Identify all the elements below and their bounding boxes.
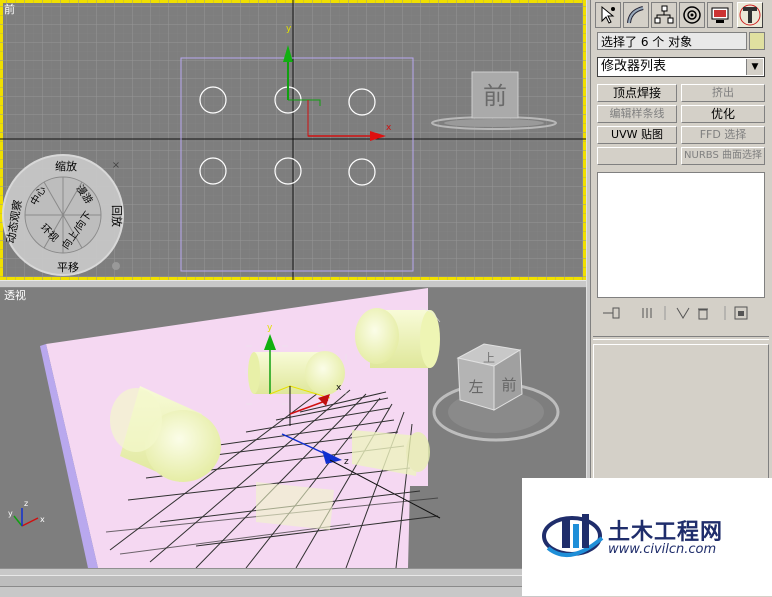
cylinder-lower-center <box>256 482 334 530</box>
modifier-stack-list[interactable] <box>597 172 765 298</box>
bottom-status-bar <box>0 568 590 597</box>
uvw-map-button[interactable]: UVW 贴图 <box>597 126 677 144</box>
front-viewcube-face-label: 前 <box>483 82 507 110</box>
time-slider-track[interactable] <box>0 575 590 587</box>
hierarchy-tab-icon[interactable] <box>651 2 677 28</box>
modifier-stack-toolbar <box>599 304 765 322</box>
panel-separator <box>593 336 769 340</box>
front-viewport-canvas[interactable]: x y 前 缩放 平移 动态观察 回放 中心 漫游 环视 向上/向下 × <box>0 0 586 280</box>
utilities-tab-icon[interactable] <box>737 2 763 28</box>
viewport-divider[interactable] <box>0 280 590 288</box>
wheel-pan-label: 平移 <box>57 261 79 274</box>
make-unique-icon <box>676 307 690 319</box>
front-viewport[interactable]: 前 x y 前 缩放 平移 动态观察 回放 中心 漫游 环视 向上/向下 × <box>0 0 586 280</box>
object-color-swatch[interactable] <box>749 32 765 50</box>
create-tab-icon[interactable] <box>595 2 621 28</box>
cylinder-top-right <box>355 307 441 368</box>
configure-modifier-sets-icon <box>734 306 748 320</box>
watermark-url: www.civilcn.com <box>608 542 717 557</box>
persp-gizmo-x-label: x <box>336 383 342 393</box>
svg-text:y: y <box>267 323 273 333</box>
front-axis-y-label: y <box>286 24 292 34</box>
perspective-viewport-canvas[interactable]: y x z 上 左 前 x y z <box>0 286 586 568</box>
ffd-select-button[interactable]: FFD 选择 <box>681 126 765 144</box>
corner-axis-y-label: y <box>8 509 13 518</box>
remove-modifier-icon <box>698 308 708 320</box>
chevron-down-icon[interactable]: ▼ <box>746 59 763 75</box>
modifier-parameters-rollout <box>593 344 769 480</box>
persp-gizmo-z-label: z <box>344 457 349 467</box>
modifier-list-dropdown[interactable]: 修改器列表 ▼ <box>597 57 765 77</box>
persp-viewcube-front-label: 前 <box>501 376 516 394</box>
extrude-button[interactable]: 挤出 <box>681 84 765 102</box>
perspective-viewport[interactable]: 透视 y x z 上 左 前 x y z <box>0 286 586 568</box>
perspective-viewcube[interactable]: 上 左 前 <box>432 343 560 442</box>
motion-tab-icon[interactable] <box>679 2 705 28</box>
front-viewport-label[interactable]: 前 <box>4 1 15 17</box>
front-axis-x-label: x <box>386 123 392 133</box>
modify-tab-icon[interactable] <box>623 2 649 28</box>
pin-stack-icon <box>603 307 620 319</box>
vertex-weld-button[interactable]: 顶点焊接 <box>597 84 677 102</box>
persp-viewcube-left-label: 左 <box>468 378 483 396</box>
selection-name-field[interactable]: 选择了 6 个 对象 <box>597 32 747 50</box>
edit-spline-button[interactable]: 编辑样条线 <box>597 105 677 123</box>
blank-modifier-button[interactable] <box>597 147 677 165</box>
persp-viewcube-top-label: 上 <box>483 351 495 365</box>
corner-axis-tripod: x y z <box>8 499 45 527</box>
corner-axis-x-label: x <box>40 515 45 524</box>
wheel-rewind-label: 回放 <box>110 205 124 227</box>
optimize-button[interactable]: 优化 <box>681 105 765 123</box>
modifier-list-value: 修改器列表 <box>601 59 667 74</box>
command-panel-tabs <box>593 2 765 28</box>
perspective-viewport-label[interactable]: 透视 <box>4 287 26 303</box>
show-end-result-icon <box>642 308 652 318</box>
corner-axis-z-label: z <box>24 499 28 508</box>
display-tab-icon[interactable] <box>707 2 733 28</box>
wheel-close-icon[interactable]: × <box>112 160 120 171</box>
steering-wheel[interactable]: 缩放 平移 动态观察 回放 中心 漫游 环视 向上/向下 × <box>2 154 124 276</box>
site-watermark: 土木工程网 www.civilcn.com <box>522 478 772 596</box>
wheel-menu-icon <box>112 262 120 270</box>
nurbs-select-button[interactable]: NURBS 曲面选择 <box>681 147 765 165</box>
wheel-zoom-label: 缩放 <box>55 159 77 173</box>
